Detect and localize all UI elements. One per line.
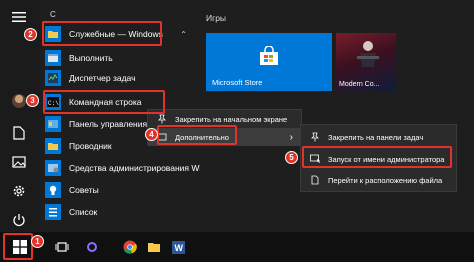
app-label: Выполнить [69, 53, 113, 63]
menu-item-label: Закрепить на панели задач [328, 132, 424, 142]
pin-taskbar-icon [309, 131, 321, 143]
game-tile[interactable]: Modern Co... [336, 33, 396, 91]
task-view-icon[interactable] [52, 237, 72, 257]
store-bag-icon [258, 45, 280, 68]
highlight-more-item [157, 125, 237, 145]
chevron-up-icon: ⌃ [180, 29, 187, 39]
hamburger-menu-icon[interactable] [10, 8, 28, 26]
game-tile-label: Modern Co... [339, 81, 380, 88]
menu-item-label: Закрепить на начальном экране [175, 114, 288, 124]
run-icon [45, 50, 61, 66]
step-badge-3: 3 [26, 94, 39, 107]
step-badge-4: 4 [145, 128, 158, 141]
app-label: Список [69, 207, 98, 217]
admin-tools-icon [45, 160, 61, 176]
menu-item-open-location[interactable]: Перейти к расположению файла [301, 171, 456, 189]
app-item-list[interactable]: Список [45, 202, 197, 222]
word-icon[interactable]: W [168, 237, 188, 257]
list-icon [45, 204, 61, 220]
highlight-start-button [3, 233, 33, 260]
step-badge-5: 5 [285, 151, 298, 164]
pin-icon [156, 113, 168, 125]
game-figure-icon [354, 39, 382, 77]
app-label: Диспетчер задач [69, 73, 136, 83]
letter-header[interactable]: С [50, 10, 56, 19]
taskbar: W [0, 232, 474, 262]
menu-item-label: Перейти к расположению файла [328, 175, 443, 185]
svg-text:W: W [174, 243, 183, 253]
highlight-run-as-admin [302, 146, 452, 168]
settings-gear-icon[interactable] [10, 182, 28, 200]
documents-icon[interactable] [10, 124, 28, 142]
file-explorer-taskbar-icon[interactable] [144, 237, 164, 257]
task-manager-icon [45, 70, 61, 86]
microsoft-store-tile[interactable]: Microsoft Store [206, 33, 332, 91]
chrome-icon[interactable] [120, 237, 140, 257]
app-item-admin-tools[interactable]: Средства администрирования Wi... [45, 158, 208, 178]
store-tile-label: Microsoft Store [212, 78, 263, 87]
step-badge-2: 2 [24, 28, 37, 41]
app-label: Панель управления [69, 119, 148, 129]
app-item-task-manager[interactable]: Диспетчер задач [45, 68, 197, 88]
control-panel-icon [45, 116, 61, 132]
open-location-icon [309, 174, 321, 186]
tips-icon [45, 182, 61, 198]
app-label: Средства администрирования Wi... [69, 163, 209, 173]
power-icon[interactable] [10, 211, 28, 229]
step-badge-1: 1 [31, 235, 44, 248]
pictures-icon[interactable] [10, 153, 28, 171]
menu-item-pin-taskbar[interactable]: Закрепить на панели задач [301, 128, 456, 146]
app-label: Проводник [69, 141, 112, 151]
app-item-tips[interactable]: Советы [45, 180, 197, 200]
explorer-icon [45, 138, 61, 154]
cortana-icon[interactable] [82, 237, 102, 257]
app-item-run[interactable]: Выполнить [45, 48, 197, 68]
highlight-command-prompt [43, 90, 165, 114]
submenu-arrow-icon: › [289, 131, 293, 143]
highlight-accessories-folder [42, 21, 162, 46]
app-label: Советы [69, 185, 99, 195]
tile-group-title[interactable]: Игры [206, 13, 226, 23]
